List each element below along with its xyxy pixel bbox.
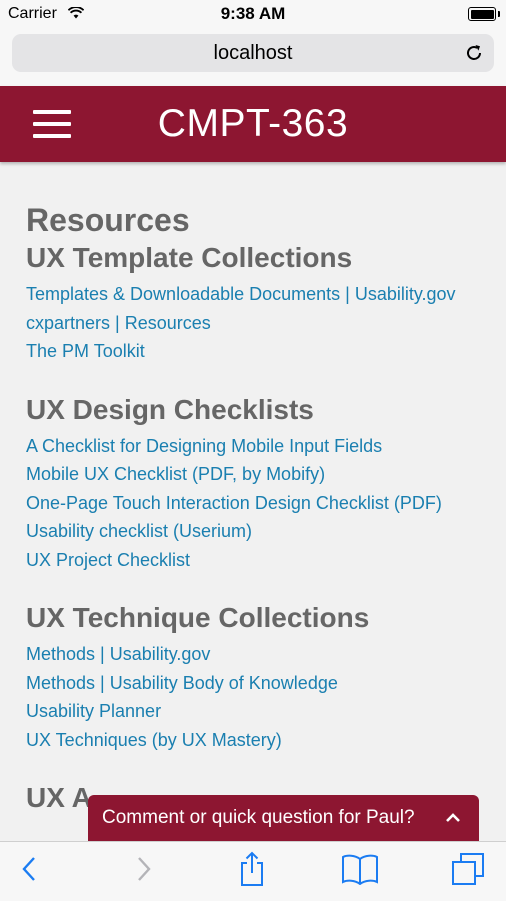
status-bar: Carrier 9:38 AM (0, 0, 506, 28)
browser-toolbar (0, 841, 506, 901)
site-title[interactable]: CMPT-363 (0, 102, 506, 146)
resource-link[interactable]: UX Project Checklist (26, 546, 496, 575)
forward-arrow-icon (133, 855, 153, 888)
chevron-up-icon (445, 811, 461, 823)
comment-widget-label: Comment or quick question for Paul? (102, 807, 415, 828)
section-title: UX Technique Collections (26, 602, 370, 633)
resource-link[interactable]: Templates & Downloadable Documents | Usa… (26, 280, 496, 309)
tabs-button[interactable] (438, 842, 498, 901)
url-text[interactable]: localhost (12, 42, 494, 65)
forward-button[interactable] (113, 842, 173, 901)
section-design-checklists: UX Design Checklists A Checklist for Des… (26, 392, 496, 575)
share-button[interactable] (222, 842, 282, 901)
resource-link[interactable]: Mobile UX Checklist (PDF, by Mobify) (26, 460, 496, 489)
comment-widget-button[interactable]: Comment or quick question for Paul? (88, 795, 479, 841)
site-header: CMPT-363 (0, 86, 506, 162)
section-technique-collections: UX Technique Collections Methods | Usabi… (26, 600, 496, 754)
page-title: Resources (26, 202, 190, 238)
resource-link[interactable]: Usability Planner (26, 697, 496, 726)
section-title: UX Design Checklists (26, 393, 314, 425)
battery-icon (468, 7, 500, 21)
tabs-icon (451, 852, 485, 891)
section-template-collections: UX Template Collections Templates & Down… (26, 240, 496, 366)
resource-link[interactable]: The PM Toolkit (26, 337, 496, 366)
resource-link[interactable]: One-Page Touch Interaction Design Checkl… (26, 489, 496, 518)
browser-address-area: localhost (0, 28, 506, 86)
book-icon (341, 853, 379, 890)
resource-link[interactable]: A Checklist for Designing Mobile Input F… (26, 432, 496, 461)
section-title: UX Template Collections (26, 242, 353, 273)
resource-link[interactable]: Methods | Usability Body of Knowledge (26, 669, 496, 698)
reload-icon[interactable] (464, 43, 484, 63)
address-bar[interactable]: localhost (12, 34, 494, 72)
back-arrow-icon (20, 855, 40, 888)
main-content: Resources UX Template Collections Templa… (26, 200, 496, 842)
resource-link[interactable]: cxpartners | Resources (26, 309, 496, 338)
resource-link[interactable]: Methods | Usability.gov (26, 640, 496, 669)
resource-link[interactable]: Usability checklist (Userium) (26, 517, 496, 546)
share-icon (238, 851, 266, 892)
status-time: 9:38 AM (220, 4, 286, 23)
back-button[interactable] (0, 842, 60, 901)
resource-link[interactable]: UX Techniques (by UX Mastery) (26, 726, 496, 755)
bookmarks-button[interactable] (330, 842, 390, 901)
